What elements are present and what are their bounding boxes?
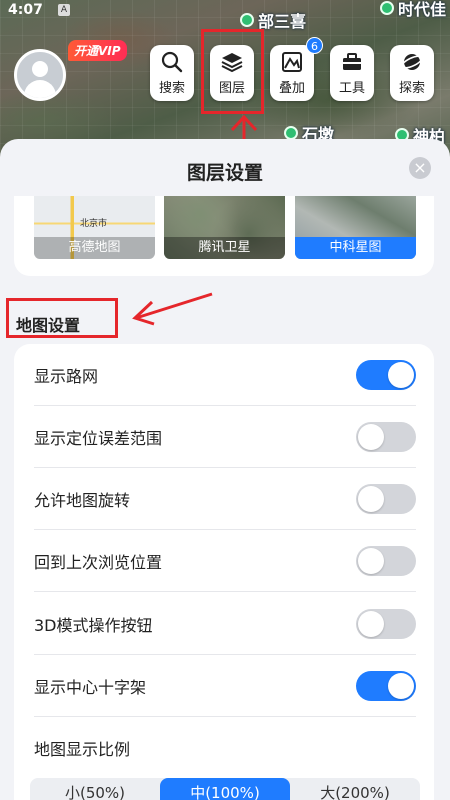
setting-label: 允许地图旋转 (34, 490, 131, 510)
scale-option-small[interactable]: 小(50%) (30, 778, 160, 800)
setting-row-road-network: 显示路网 (34, 344, 416, 406)
layer-option-label: 腾讯卫星 (164, 237, 285, 259)
search-button-label: 搜索 (158, 81, 185, 96)
layer-option-label: 中科星图 (295, 237, 416, 259)
avatar[interactable] (14, 49, 66, 101)
layer-option-tencent[interactable]: 腾讯卫星 (164, 196, 285, 259)
3d-buttons-toggle[interactable] (356, 608, 416, 639)
status-time: 4:07 (8, 2, 43, 18)
poi-marker-icon (284, 126, 298, 140)
scale-segmented-control[interactable]: 小(50%) 中(100%) 大(200%) (30, 778, 420, 800)
overlay-button-label: 叠加 (278, 81, 305, 96)
map-poi[interactable]: 时代佳 (380, 0, 446, 20)
setting-label: 显示中心十字架 (34, 677, 147, 697)
center-crosshair-toggle[interactable] (356, 670, 416, 701)
scale-option-large[interactable]: 大(200%) (290, 778, 420, 800)
overlay-count-badge: 6 (306, 37, 323, 54)
setting-label: 显示路网 (34, 366, 99, 386)
layer-option-zhongke[interactable]: 中科星图 (295, 196, 416, 259)
thumb-city-label: 北京市 (80, 219, 108, 229)
tools-button[interactable]: 工具 (330, 45, 374, 101)
toolbox-icon (343, 53, 361, 70)
sheet-title: 图层设置 (186, 162, 263, 184)
setting-label: 显示定位误差范围 (34, 428, 163, 448)
layer-option-label: 高德地图 (34, 237, 155, 259)
poi-label: 时代佳 (398, 0, 447, 19)
poi-marker-icon (240, 13, 254, 27)
setting-row-center-crosshair: 显示中心十字架 (34, 655, 416, 717)
explore-button[interactable]: 探索 (390, 45, 434, 101)
setting-label: 3D模式操作按钮 (34, 615, 153, 635)
toggle-knob (358, 547, 384, 574)
toggle-knob (388, 672, 414, 699)
setting-row-map-rotation: 允许地图旋转 (34, 468, 416, 530)
search-icon (161, 51, 183, 73)
vip-badge-button[interactable]: 开通VIP (68, 40, 127, 61)
setting-label: 回到上次浏览位置 (34, 552, 163, 572)
search-button[interactable]: 搜索 (150, 45, 194, 101)
layer-option-gaode[interactable]: 北京市 高德地图 (34, 196, 155, 259)
status-indicator-icon: A (58, 4, 70, 16)
avatar-head-icon (32, 61, 48, 77)
overlay-map-icon (282, 52, 302, 72)
scale-label: 地图显示比例 (34, 740, 131, 759)
toggle-knob (358, 423, 384, 450)
tools-button-label: 工具 (338, 81, 365, 96)
toggle-knob (358, 485, 384, 512)
planet-icon (401, 54, 423, 70)
poi-label: 部三喜 (258, 12, 307, 31)
scale-option-medium[interactable]: 中(100%) (160, 778, 290, 800)
location-error-toggle[interactable] (356, 421, 416, 452)
section-highlight-box (6, 298, 118, 338)
explore-button-label: 探索 (398, 81, 425, 96)
poi-marker-icon (380, 1, 394, 15)
toggle-knob (388, 361, 414, 388)
left-arrow-annotation (132, 292, 213, 326)
setting-row-location-error: 显示定位误差范围 (34, 406, 416, 468)
last-position-toggle[interactable] (356, 545, 416, 576)
avatar-body-icon (24, 80, 56, 98)
close-button[interactable]: × (409, 157, 431, 179)
layers-highlight-box (201, 29, 264, 114)
setting-row-3d-buttons: 3D模式操作按钮 (34, 593, 416, 655)
setting-row-last-position: 回到上次浏览位置 (34, 530, 416, 592)
toggle-knob (358, 610, 384, 637)
road-network-toggle[interactable] (356, 359, 416, 390)
overlay-button[interactable]: 叠加 (270, 45, 314, 101)
map-rotation-toggle[interactable] (356, 483, 416, 514)
